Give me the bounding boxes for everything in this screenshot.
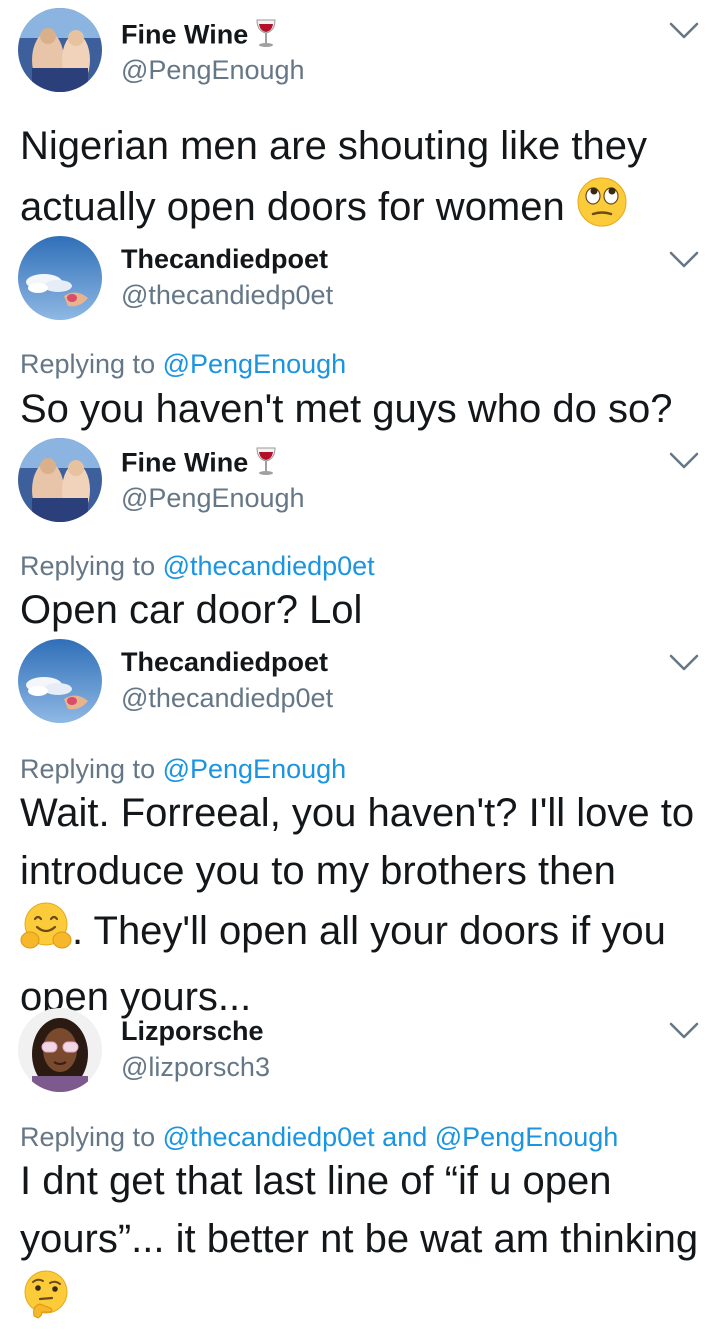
chevron-down-icon[interactable]	[668, 450, 700, 472]
replying-to: Replying to @PengEnough	[20, 349, 346, 380]
handle[interactable]: @PengEnough	[121, 483, 305, 514]
display-name[interactable]: Lizporsche	[121, 1016, 264, 1047]
tweet-text-tail: . They'll open all your doors if you ope…	[20, 909, 678, 1019]
reply-mention-link[interactable]: @thecandiedp0et	[163, 1122, 375, 1152]
hugging-face-emoji	[20, 900, 72, 968]
avatar-lizporsche[interactable]	[18, 1008, 102, 1092]
chevron-down-icon[interactable]	[668, 652, 700, 674]
tweet-text-content: Nigerian men are shouting like they actu…	[20, 124, 659, 229]
avatar-lizporsche-image	[18, 1008, 102, 1092]
reply-mention-link[interactable]: @PengEnough	[163, 754, 347, 784]
wine-glass-emoji	[254, 446, 278, 483]
display-name[interactable]: Fine Wine	[121, 446, 278, 483]
reply-mention-link[interactable]: @PengEnough	[435, 1122, 619, 1152]
handle[interactable]: @PengEnough	[121, 55, 305, 86]
display-name[interactable]: Fine Wine	[121, 18, 278, 55]
avatar-finewine-image	[18, 8, 102, 92]
chevron-down-icon[interactable]	[668, 1020, 700, 1042]
avatar-thecandiedpoet-image	[18, 236, 102, 320]
replying-to-prefix: Replying to	[20, 754, 163, 784]
replying-to-prefix: Replying to	[20, 1122, 163, 1152]
handle[interactable]: @thecandiedp0et	[121, 683, 333, 714]
replying-to: Replying to @thecandiedp0et	[20, 551, 375, 582]
display-name[interactable]: Thecandiedpoet	[121, 244, 328, 275]
tweet-text: Wait. Forreeal, you haven't? I'll love t…	[20, 784, 705, 1026]
thinking-face-emoji	[20, 1268, 72, 1336]
replying-to-prefix: Replying to	[20, 349, 163, 379]
tweet-text: Nigerian men are shouting like they actu…	[20, 116, 705, 245]
handle[interactable]: @thecandiedp0et	[121, 280, 333, 311]
wine-glass-emoji	[254, 18, 278, 55]
replying-to: Replying to @PengEnough	[20, 754, 346, 785]
tweet-text: Open car door? Lol	[20, 588, 363, 632]
handle[interactable]: @lizporsch3	[121, 1052, 270, 1083]
tweet-text: So you haven't met guys who do so?	[20, 387, 673, 431]
reply-and-link[interactable]: and	[375, 1122, 435, 1152]
avatar-finewine-image	[18, 438, 102, 522]
avatar-thecandiedpoet[interactable]	[18, 639, 102, 723]
tweet-text: I dnt get that last line of “if u open y…	[20, 1152, 705, 1336]
avatar-thecandiedpoet[interactable]	[18, 236, 102, 320]
tweet-text-content: I dnt get that last line of “if u open y…	[20, 1159, 710, 1261]
avatar-thecandiedpoet-image	[18, 639, 102, 723]
eye-roll-face-emoji	[576, 176, 628, 245]
reply-mention-link[interactable]: @PengEnough	[163, 349, 347, 379]
display-name[interactable]: Thecandiedpoet	[121, 647, 328, 678]
chevron-down-icon[interactable]	[668, 20, 700, 42]
display-name-text: Fine Wine	[121, 447, 249, 478]
display-name-text: Fine Wine	[121, 19, 249, 50]
reply-mention-link[interactable]: @thecandiedp0et	[163, 551, 375, 581]
chevron-down-icon[interactable]	[668, 249, 700, 271]
avatar-finewine[interactable]	[18, 438, 102, 522]
tweet-text-content: Wait. Forreeal, you haven't? I'll love t…	[20, 791, 695, 893]
avatar-finewine[interactable]	[18, 8, 102, 92]
replying-to: Replying to @thecandiedp0et and @PengEno…	[20, 1122, 618, 1153]
replying-to-prefix: Replying to	[20, 551, 163, 581]
